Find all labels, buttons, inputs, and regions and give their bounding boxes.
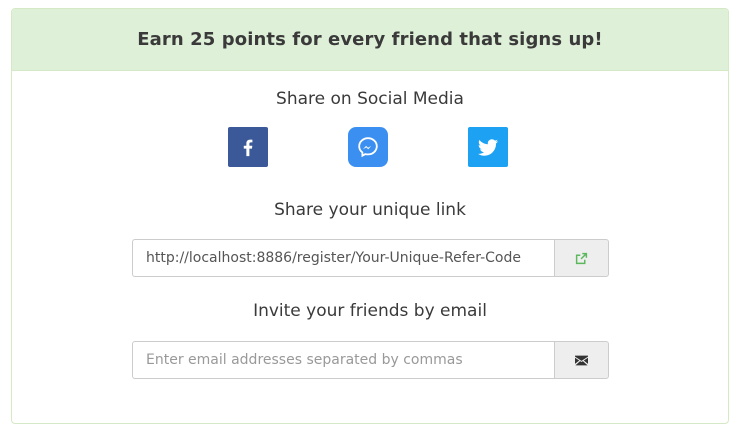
email-section-title: Invite your friends by email [253,301,487,321]
link-section-title: Share your unique link [274,200,466,220]
email-invite-group [132,341,609,379]
envelope-icon [575,355,588,365]
facebook-share-button[interactable] [228,127,268,167]
email-input[interactable] [132,341,554,379]
facebook-icon [243,139,253,157]
open-link-button[interactable] [554,239,609,277]
messenger-share-button[interactable] [348,127,388,167]
unique-link-input[interactable] [132,239,554,277]
social-section-title: Share on Social Media [276,89,464,109]
send-invite-button[interactable] [554,341,609,379]
twitter-share-button[interactable] [468,127,508,167]
referral-panel: Earn 25 points for every friend that sig… [11,8,729,424]
panel-title: Earn 25 points for every friend that sig… [137,29,603,50]
twitter-icon [478,139,498,156]
messenger-icon [358,137,378,158]
panel-heading: Earn 25 points for every friend that sig… [12,9,728,71]
unique-link-group [132,239,609,277]
external-link-icon [575,252,588,264]
